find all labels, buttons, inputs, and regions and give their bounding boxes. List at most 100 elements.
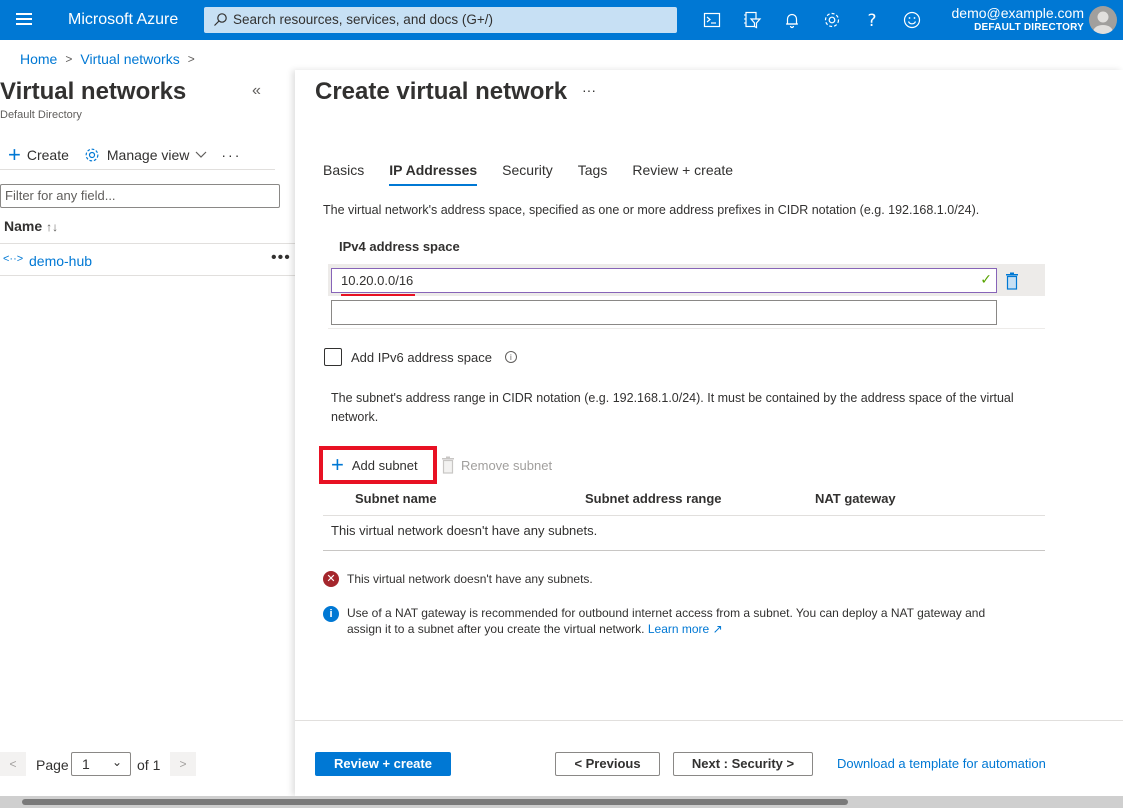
horizontal-scrollbar[interactable]	[0, 796, 1123, 808]
plus-icon: +	[331, 452, 344, 477]
divider	[323, 550, 1045, 551]
breadcrumb-separator-icon: >	[65, 52, 73, 66]
list-item[interactable]: <··> demo-hub •••	[0, 244, 295, 276]
add-subnet-button[interactable]: + Add subnet	[319, 446, 437, 484]
learn-more-label: Learn more	[647, 622, 710, 636]
validation-error: ✕ This virtual network doesn't have any …	[323, 571, 593, 587]
add-ipv6-checkbox[interactable]: Add IPv6 address space i	[324, 348, 517, 366]
more-options-icon[interactable]: ···	[582, 82, 596, 98]
tab-ip-addresses[interactable]: IP Addresses	[389, 162, 477, 186]
list-toolbar: + Create Manage view ···	[0, 140, 275, 170]
valid-check-icon: ✓	[980, 271, 992, 287]
wizard-tabs: Basics IP Addresses Security Tags Review…	[323, 162, 733, 186]
column-nat-gateway: NAT gateway	[815, 491, 896, 506]
next-page-button[interactable]: >	[170, 752, 196, 776]
error-icon: ✕	[323, 571, 339, 587]
review-create-button[interactable]: Review + create	[315, 752, 451, 776]
resource-link[interactable]: demo-hub	[29, 253, 92, 269]
breadcrumb-virtual-networks[interactable]: Virtual networks	[80, 51, 179, 67]
ipv6-checkbox-label: Add IPv6 address space	[351, 349, 492, 365]
spellcheck-underline	[341, 294, 415, 296]
notifications-icon[interactable]	[782, 10, 802, 30]
breadcrumb-home[interactable]: Home	[20, 51, 57, 67]
chevron-down-icon	[195, 151, 207, 158]
avatar[interactable]	[1089, 6, 1117, 34]
top-bar: Microsoft Azure Search resources, servic…	[0, 0, 1123, 40]
row-more-icon[interactable]: •••	[271, 249, 291, 267]
brand-title[interactable]: Microsoft Azure	[68, 11, 178, 29]
tab-basics[interactable]: Basics	[323, 162, 364, 186]
panel-subtitle: Default Directory	[0, 109, 82, 121]
column-subnet-name: Subnet name	[355, 491, 437, 506]
menu-icon[interactable]	[16, 13, 32, 27]
address-space-description: The virtual network's address space, spe…	[323, 203, 980, 217]
pagination: < Page 1 ⌄ of 1 >	[0, 752, 295, 778]
panel-title: Virtual networks	[0, 78, 187, 105]
more-actions-button[interactable]: ···	[221, 147, 241, 163]
remove-subnet-button: Remove subnet	[441, 456, 552, 474]
previous-button[interactable]: < Previous	[555, 752, 660, 776]
error-text: This virtual network doesn't have any su…	[347, 572, 593, 586]
footer-divider	[295, 720, 1123, 721]
ipv4-address-value: 10.20.0.0/16	[341, 273, 414, 288]
create-label: Create	[26, 146, 69, 163]
manage-view-label: Manage view	[106, 146, 190, 163]
create-button[interactable]: + Create	[0, 141, 69, 167]
page-label: Page	[36, 757, 69, 773]
delete-icon[interactable]	[1005, 272, 1019, 293]
svg-text:?: ?	[867, 11, 876, 30]
add-subnet-label: Add subnet	[351, 457, 418, 473]
account-directory: DEFAULT DIRECTORY	[974, 22, 1084, 33]
nat-gateway-info: i Use of a NAT gateway is recommended fo…	[323, 605, 1023, 637]
page-title: Create virtual network	[315, 78, 568, 105]
external-link-icon: ↗	[712, 622, 723, 636]
column-header-label: Name	[4, 218, 43, 234]
create-virtual-network-blade: Create virtual network ··· Basics IP Add…	[295, 70, 1123, 796]
checkbox-icon[interactable]	[324, 348, 342, 366]
account-email: demo@example.com	[951, 5, 1085, 21]
search-icon	[214, 13, 227, 26]
account-menu[interactable]: demo@example.com DEFAULT DIRECTORY	[952, 5, 1085, 33]
trash-icon	[442, 456, 454, 474]
divider	[328, 328, 1045, 329]
chevron-down-icon: ⌄	[111, 755, 122, 769]
tab-review-create[interactable]: Review + create	[632, 162, 733, 186]
remove-subnet-label: Remove subnet	[461, 457, 553, 473]
plus-icon: +	[8, 141, 21, 167]
resource-list-panel: Virtual networks Default Directory « + C…	[0, 70, 295, 796]
tab-tags[interactable]: Tags	[578, 162, 608, 186]
help-icon[interactable]: ?	[862, 10, 882, 31]
ipv4-address-input[interactable]: 10.20.0.0/16 ✓	[331, 268, 997, 293]
next-security-button[interactable]: Next : Security >	[673, 752, 813, 776]
directory-filter-icon[interactable]	[742, 10, 762, 30]
cloud-shell-icon[interactable]	[702, 10, 722, 30]
scrollbar-thumb[interactable]	[22, 799, 848, 805]
feedback-icon[interactable]	[902, 10, 922, 30]
sort-icon: ↑↓	[46, 220, 59, 234]
page-count: of 1	[137, 757, 161, 773]
ipv4-address-input-empty[interactable]	[331, 300, 997, 325]
subnet-toolbar: + Add subnet Remove subnet	[319, 446, 552, 484]
learn-more-link[interactable]: Learn more ↗	[648, 622, 723, 636]
page-select-value: 1	[82, 756, 90, 772]
gear-icon	[85, 148, 99, 161]
previous-page-button[interactable]: <	[0, 752, 26, 776]
column-subnet-address-range: Subnet address range	[585, 491, 722, 506]
column-header-name[interactable]: Name ↑↓	[4, 218, 58, 234]
page-select[interactable]: 1 ⌄	[71, 752, 131, 776]
settings-icon[interactable]	[822, 10, 842, 30]
manage-view-button[interactable]: Manage view	[83, 146, 208, 164]
search-placeholder: Search resources, services, and docs (G+…	[233, 12, 493, 27]
filter-input[interactable]: Filter for any field...	[0, 184, 280, 208]
global-search-input[interactable]: Search resources, services, and docs (G+…	[204, 7, 677, 33]
info-icon[interactable]: i	[504, 351, 517, 363]
empty-table-message: This virtual network doesn't have any su…	[331, 523, 598, 538]
breadcrumb: Home > Virtual networks >	[20, 51, 195, 67]
download-template-link[interactable]: Download a template for automation	[837, 756, 1046, 771]
breadcrumb-separator-icon: >	[187, 52, 195, 66]
collapse-panel-icon[interactable]: «	[252, 82, 261, 100]
subnet-table-header: Subnet name Subnet address range NAT gat…	[323, 491, 1045, 516]
tab-security[interactable]: Security	[502, 162, 553, 186]
virtual-network-icon: <··>	[3, 253, 24, 265]
subnet-description: The subnet's address range in CIDR notat…	[331, 391, 1014, 424]
